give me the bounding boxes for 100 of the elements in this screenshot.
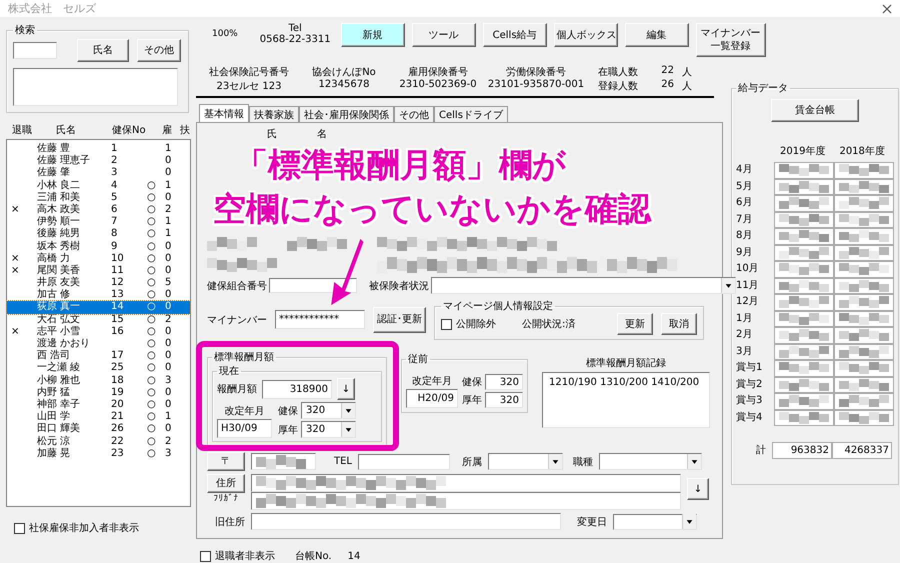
employment-insurance-mark: ○	[147, 338, 156, 349]
address-field[interactable]	[251, 474, 681, 492]
toolbar-button[interactable]: ツール	[412, 23, 476, 47]
address-button[interactable]: 住所	[207, 474, 245, 493]
field-label: 労働保険番号	[506, 66, 566, 79]
annotation-text: 空欄になっていないかを確認	[213, 189, 651, 229]
employee-row[interactable]: 神部 幸子 20 ○ 0	[7, 398, 190, 412]
employee-row[interactable]: × 高木 政美 6 ○ 2	[7, 204, 190, 216]
toolbar-button[interactable]: Cells給与	[482, 23, 547, 47]
month-label: 7月	[736, 212, 754, 226]
employee-row[interactable]: 内野 猛 19 ○ 0	[7, 386, 190, 399]
insurance-number: 7	[111, 216, 118, 228]
count-label: 登録人数	[598, 80, 638, 93]
department-dropdown[interactable]	[488, 453, 563, 470]
employee-row[interactable]: 田口 輝美 26 ○ 0	[7, 423, 190, 436]
toolbar-button[interactable]: 新規	[340, 23, 405, 47]
employee-row[interactable]: × 尾関 美香 11 ○ 0	[7, 264, 190, 278]
tel-field[interactable]	[358, 454, 450, 470]
dependents-count: 0	[165, 350, 172, 362]
window-title: 株式会社 セルズ	[8, 1, 96, 16]
health-grade-field[interactable]: 320	[485, 374, 523, 390]
employee-row[interactable]: 加古 修 13 ○ 0	[7, 289, 190, 302]
name-search-button[interactable]: 氏名	[77, 39, 129, 62]
employee-row[interactable]: 荻原 真一 14 ○ 0	[7, 301, 190, 314]
tab[interactable]: その他	[394, 106, 434, 122]
old-address-field[interactable]	[251, 513, 561, 530]
dependents-count: 3	[165, 448, 172, 459]
employee-row[interactable]: 佐藤 肇 3 0	[7, 167, 190, 180]
employee-row[interactable]: 渡邊 かおり ○ 0	[7, 338, 190, 350]
tab[interactable]: 扶養家族	[249, 106, 299, 122]
employee-row[interactable]: 佐藤 豊 1 1	[7, 143, 190, 156]
month-label: 6月	[736, 196, 754, 210]
monthly-pay-field[interactable]: 318900	[262, 380, 332, 398]
change-date-dropdown[interactable]	[613, 514, 697, 530]
insured-status-dropdown[interactable]	[431, 277, 736, 294]
dependents-count: 0	[165, 240, 172, 252]
postal-code-button[interactable]: 〒	[207, 452, 245, 471]
field-label: 報酬月額	[217, 382, 257, 396]
employee-list[interactable]	[6, 139, 191, 507]
toolbar-button[interactable]: 個人ボックス	[554, 23, 618, 47]
job-dropdown[interactable]	[599, 453, 702, 470]
checkbox[interactable]	[200, 550, 211, 562]
my-page-button[interactable]: 更新	[617, 313, 653, 335]
employee-row[interactable]: 松元 涼 22 ○ 2	[7, 436, 190, 448]
toolbar-button[interactable]: 編集	[624, 23, 689, 47]
copy-down-button[interactable]: ↓	[337, 378, 355, 400]
dependents-count: 0	[165, 167, 172, 178]
checkbox[interactable]	[441, 318, 452, 330]
insurance-number: 16	[111, 326, 124, 337]
employment-insurance-mark: ○	[147, 264, 156, 276]
pay-record-field[interactable]: 1210/190 1310/200 1410/200	[542, 372, 710, 428]
dependents-count: 2	[165, 204, 172, 215]
month-label: 5月	[736, 180, 754, 194]
verify-update-button[interactable]: 認証･更新	[373, 306, 426, 332]
ledger-label: 台帳No.	[295, 550, 332, 563]
pension-grade-field[interactable]: 320	[485, 392, 523, 408]
toolbar-button[interactable]: マイナンバー一覧登録	[696, 23, 766, 57]
revision-date-field[interactable]: H30/09	[217, 419, 272, 438]
wage-ledger-button[interactable]: 賃金台帳	[771, 99, 859, 122]
employee-row[interactable]: 小柳 雅也 18 ○ 3	[7, 374, 190, 387]
group-title: 検索	[14, 24, 36, 37]
employee-row[interactable]: 坂本 秀樹 9 ○ 0	[7, 240, 190, 253]
employment-insurance-mark: ○	[147, 277, 156, 288]
employee-name: 加藤 晃	[37, 448, 70, 459]
checkbox[interactable]	[14, 522, 25, 534]
employee-row[interactable]: 小林 良二 4 ○ 1	[7, 180, 190, 192]
employee-row[interactable]: 佐藤 理恵子 2 0	[7, 155, 190, 168]
tab[interactable]: Cellsドライブ	[434, 106, 508, 122]
group-title: 給与データ	[737, 82, 789, 95]
search-results-field[interactable]	[13, 68, 178, 106]
health-grade-dropdown[interactable]: 320	[301, 402, 356, 419]
employee-row[interactable]: 一之瀬 綾 25 ○ 0	[7, 362, 190, 375]
employee-row[interactable]: × 志平 小雪 16 ○ 0	[7, 326, 190, 338]
retired-mark: ×	[11, 326, 20, 337]
revision-date-field[interactable]: H20/09	[406, 389, 458, 408]
employee-row[interactable]: 山田 学 21 ○ 1	[7, 411, 190, 424]
employment-insurance-mark: ○	[147, 314, 156, 325]
postal-code-field[interactable]	[251, 453, 316, 470]
my-page-button[interactable]: 取消	[661, 313, 697, 335]
employment-insurance-mark: ○	[147, 192, 156, 203]
other-search-button[interactable]: その他	[137, 39, 181, 62]
employee-name: 田口 輝美	[37, 423, 80, 434]
furigana-field[interactable]	[251, 492, 681, 510]
copy-down-button[interactable]: ↓	[687, 478, 709, 500]
employee-row[interactable]: 三浦 和美 5 ○ 0	[7, 192, 190, 204]
column-header: 健保No	[112, 124, 147, 137]
search-field[interactable]	[13, 42, 57, 59]
close-icon[interactable]	[882, 4, 892, 14]
tab[interactable]: 社会･雇用保険関係	[299, 106, 394, 122]
union-number-field[interactable]	[269, 278, 357, 293]
my-number-field[interactable]: ************	[275, 310, 365, 329]
employee-row[interactable]: × 高橋 力 10 ○ 0	[7, 252, 190, 265]
employee-row[interactable]: 加藤 晃 23 ○ 3	[7, 448, 190, 460]
pension-grade-dropdown[interactable]: 320	[301, 421, 356, 438]
column-header: 扶	[180, 124, 191, 137]
employee-row[interactable]: 伊勢 順一 7 ○ 1	[7, 216, 190, 228]
tab[interactable]: 基本情報	[199, 104, 249, 122]
employee-row[interactable]: 井原 友美 12 ○ 5	[7, 277, 190, 290]
employee-row[interactable]: 後藤 純男 8 ○ 1	[7, 228, 190, 240]
employee-row[interactable]: 西 浩司 17 ○ 0	[7, 350, 190, 362]
